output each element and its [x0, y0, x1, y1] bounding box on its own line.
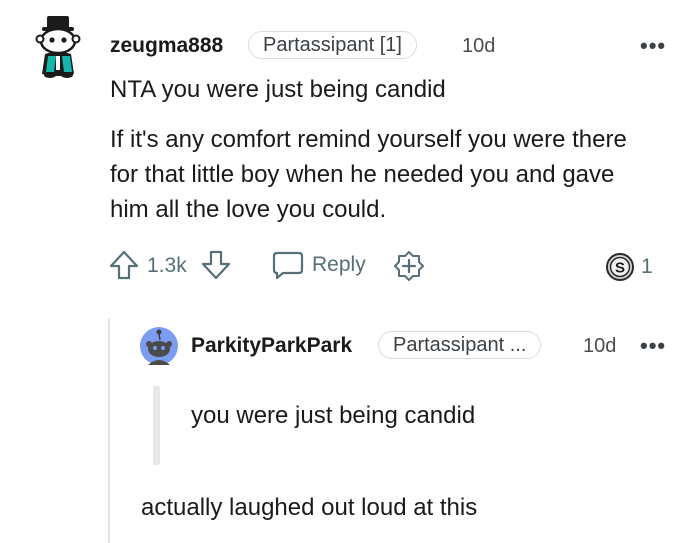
give-award-button[interactable] [393, 250, 425, 282]
award-count: 1 [641, 255, 653, 278]
reply-user-flair: Partassipant ... [378, 331, 542, 359]
reply-avatar[interactable] [140, 327, 178, 365]
speech-bubble-icon [272, 251, 304, 280]
comment-more-options-icon[interactable]: ••• [640, 35, 666, 57]
reply-username[interactable]: ParkityParkPark [191, 333, 352, 359]
thread-line[interactable] [108, 318, 110, 543]
reply-label: Reply [312, 253, 366, 276]
reply-button[interactable]: Reply [272, 250, 372, 280]
upvote-button[interactable] [108, 249, 140, 281]
upvote-arrow-icon [109, 250, 139, 280]
add-award-icon [394, 251, 424, 281]
comment-timestamp[interactable]: 10d [462, 33, 495, 59]
commenter-avatar[interactable] [32, 16, 86, 78]
silver-award-icon: S [606, 253, 634, 281]
comment-username[interactable]: zeugma888 [110, 33, 223, 59]
reply-text: actually laughed out loud at this [141, 494, 478, 521]
comment-user-flair: Partassipant [1] [248, 31, 417, 59]
award-badge[interactable]: S [605, 252, 635, 282]
reply-more-options-icon[interactable]: ••• [640, 335, 666, 357]
comment-paragraph-1: NTA you were just being candid [110, 76, 446, 103]
svg-text:S: S [615, 260, 625, 277]
quote-bar [153, 386, 160, 465]
downvote-button[interactable] [200, 249, 232, 281]
comment-paragraph-2: If it's any comfort remind yourself you … [110, 126, 627, 223]
downvote-arrow-icon [201, 250, 231, 280]
snoo-top-hat-avatar-icon [35, 16, 81, 78]
vote-count: 1.3k [147, 254, 187, 277]
reply-quote-text: you were just being candid [191, 402, 476, 429]
snoo-default-avatar-icon [140, 327, 178, 365]
reply-timestamp[interactable]: 10d [583, 333, 616, 359]
